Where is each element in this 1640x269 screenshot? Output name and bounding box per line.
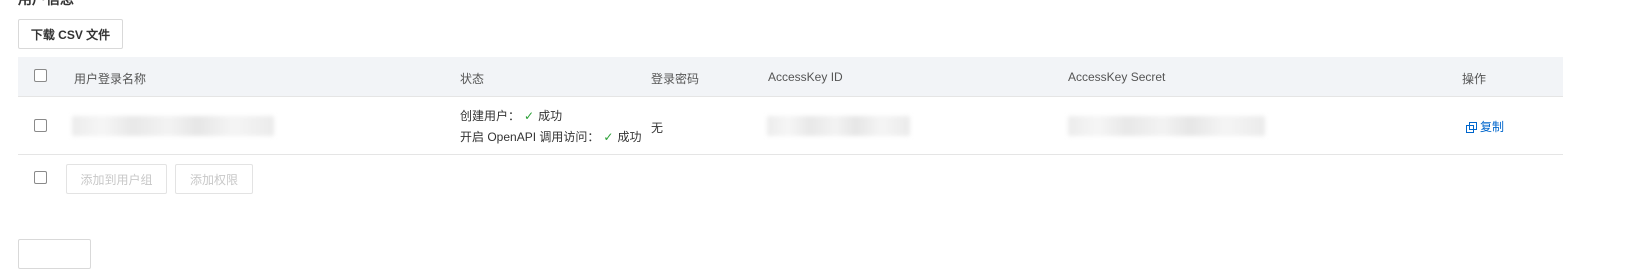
column-header-accesskey-id: AccessKey ID <box>768 70 843 84</box>
column-header-password: 登录密码 <box>651 72 700 86</box>
status-openapi-label: 开启 OpenAPI 调用访问： <box>460 130 600 144</box>
check-icon: ✓ <box>524 109 535 123</box>
check-icon: ✓ <box>603 130 614 144</box>
column-header-actions: 操作 <box>1462 72 1487 86</box>
section-title: 用户信息 <box>18 0 74 9</box>
column-header-username: 用户登录名称 <box>74 72 147 86</box>
status-openapi: 开启 OpenAPI 调用访问： ✓ 成功 <box>460 128 641 145</box>
status-create-label: 创建用户： <box>460 109 521 123</box>
status-create-value: 成功 <box>538 109 563 123</box>
username-redacted <box>72 116 274 136</box>
column-header-status: 状态 <box>460 72 485 86</box>
copy-icon <box>1466 121 1477 133</box>
status-create: 创建用户： ✓ 成功 <box>460 107 562 124</box>
download-csv-button[interactable]: 下载 CSV 文件 <box>18 19 123 49</box>
accesskey-id-redacted <box>767 116 910 136</box>
footer-select-checkbox[interactable] <box>34 171 47 184</box>
bottom-button[interactable] <box>18 239 91 269</box>
column-header-accesskey-secret: AccessKey Secret <box>1068 70 1166 84</box>
status-openapi-value: 成功 <box>617 130 642 144</box>
password-value: 无 <box>651 121 664 135</box>
select-all-checkbox[interactable] <box>34 69 47 82</box>
copy-button[interactable]: 复制 <box>1466 118 1504 135</box>
row-checkbox[interactable] <box>34 119 47 132</box>
row-divider <box>18 154 1563 155</box>
add-permission-button[interactable]: 添加权限 <box>175 164 253 194</box>
accesskey-secret-redacted <box>1068 116 1265 136</box>
add-to-group-button[interactable]: 添加到用户组 <box>66 164 167 194</box>
copy-label: 复制 <box>1480 120 1505 134</box>
